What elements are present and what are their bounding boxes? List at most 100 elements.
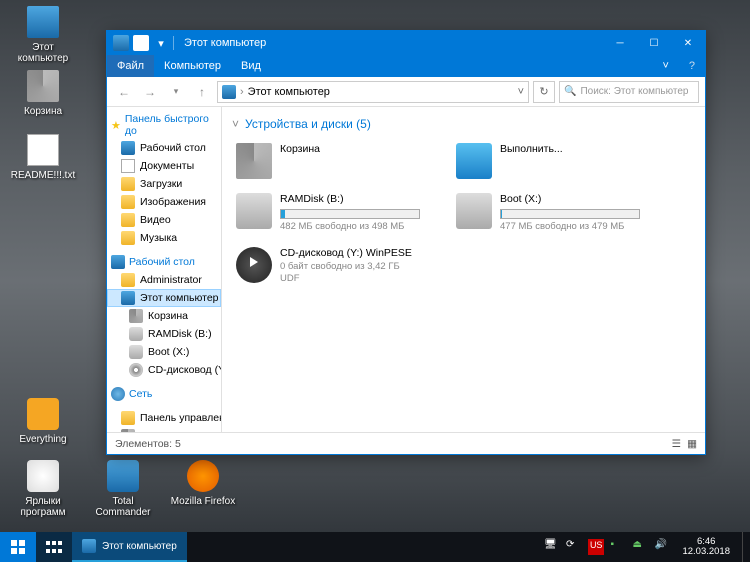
- taskbar-clock[interactable]: 6:46 12.03.2018: [676, 537, 736, 558]
- up-button[interactable]: ↑: [191, 81, 213, 103]
- minimize-button[interactable]: ─: [603, 31, 637, 55]
- item-icon: [129, 309, 143, 323]
- sidebar-item[interactable]: Корзина: [107, 307, 221, 325]
- close-button[interactable]: ✕: [671, 31, 705, 55]
- tray-safely-remove-icon[interactable]: ⏏: [632, 539, 648, 555]
- window-title: Этот компьютер: [180, 37, 603, 49]
- sidebar-item[interactable]: Панель управлени: [107, 409, 221, 427]
- icon: [27, 70, 59, 102]
- content-pane[interactable]: ˅ Устройства и диски (5) Корзина Выполнит…: [222, 107, 705, 432]
- maximize-button[interactable]: ☐: [637, 31, 671, 55]
- item-icon: [129, 345, 143, 359]
- tray-network-icon[interactable]: ▪: [610, 539, 626, 555]
- breadcrumb-dropdown-icon[interactable]: ˅: [518, 86, 524, 98]
- desktop-icon[interactable]: Ярлыки программ: [8, 460, 78, 518]
- recent-button[interactable]: ▾: [165, 81, 187, 103]
- sidebar-item[interactable]: RAMDisk (B:): [107, 325, 221, 343]
- sidebar-item[interactable]: Изображения: [107, 193, 221, 211]
- tile-icon: [456, 193, 492, 229]
- sidebar-item[interactable]: CD-дисковод (Y:): [107, 361, 221, 379]
- icon: [187, 460, 219, 492]
- sidebar-item[interactable]: Загрузки: [107, 175, 221, 193]
- ribbon-expand-button[interactable]: ˅: [652, 55, 678, 77]
- sidebar-item[interactable]: Этот компьютер: [107, 289, 221, 307]
- icon: [27, 134, 59, 166]
- desktop-icon[interactable]: Mozilla Firefox: [168, 460, 238, 507]
- icon-label: Ярлыки программ: [8, 496, 78, 518]
- tray-sync-icon[interactable]: ⟳: [566, 539, 582, 555]
- titlebar[interactable]: ▾ Этот компьютер ─ ☐ ✕: [107, 31, 705, 55]
- status-text: Элементов: 5: [115, 438, 181, 450]
- folder-icon: [121, 195, 135, 209]
- device-tile[interactable]: Корзина: [232, 139, 442, 183]
- desktop-icon[interactable]: Этот компьютер: [8, 6, 78, 64]
- desktop-icon[interactable]: Total Commander: [88, 460, 158, 518]
- taskview-button[interactable]: [36, 532, 72, 562]
- sidebar-desktop[interactable]: Рабочий стол: [107, 253, 221, 271]
- sidebar-item[interactable]: Документы: [107, 157, 221, 175]
- sidebar-item[interactable]: Boot (X:): [107, 343, 221, 361]
- device-tile[interactable]: Выполнить...: [452, 139, 662, 183]
- qat-properties-icon[interactable]: [133, 35, 149, 51]
- icon-label: Mozilla Firefox: [168, 496, 238, 507]
- desktop: Этот компьютерКорзинаREADME!!!.txtEveryt…: [0, 0, 750, 562]
- device-tile[interactable]: RAMDisk (B:)482 МБ свободно из 498 МБ: [232, 189, 442, 237]
- back-button[interactable]: ←: [113, 81, 135, 103]
- desktop-icon[interactable]: README!!!.txt: [8, 134, 78, 181]
- icon-label: Everything: [8, 434, 78, 445]
- help-button[interactable]: ?: [679, 55, 705, 77]
- tray-volume-icon[interactable]: 🔊: [654, 539, 670, 555]
- view-details-button[interactable]: ☰: [672, 438, 681, 450]
- icon: [27, 398, 59, 430]
- desktop-icon[interactable]: Корзина: [8, 70, 78, 117]
- group-header[interactable]: ˅ Устройства и диски (5): [232, 113, 695, 139]
- tray-screen-icon[interactable]: 🖥: [544, 539, 560, 555]
- desktop-icon[interactable]: Everything: [8, 398, 78, 445]
- icon-label: README!!!.txt: [8, 170, 78, 181]
- item-icon: [121, 273, 135, 287]
- sidebar-item[interactable]: Музыка: [107, 229, 221, 247]
- device-tile[interactable]: Boot (X:)477 МБ свободно из 479 МБ: [452, 189, 662, 237]
- icon-label: Корзина: [8, 106, 78, 117]
- icon-label: Total Commander: [88, 496, 158, 518]
- sidebar-item[interactable]: Видео: [107, 211, 221, 229]
- search-input[interactable]: 🔍 Поиск: Этот компьютер: [559, 81, 699, 103]
- breadcrumb-pc-icon: [222, 85, 236, 99]
- tile-info: CD-дисковод (Y:) WinPESE0 байт свободно …: [280, 247, 412, 285]
- taskbar-task-label: Этот компьютер: [102, 541, 177, 552]
- tray-lang-icon[interactable]: US: [588, 539, 605, 555]
- start-button[interactable]: [0, 532, 36, 562]
- forward-button[interactable]: →: [139, 81, 161, 103]
- icon: [107, 460, 139, 492]
- refresh-button[interactable]: ↻: [533, 81, 555, 103]
- item-icon: [121, 411, 135, 425]
- sidebar-item[interactable]: Administrator: [107, 271, 221, 289]
- icon: [27, 6, 59, 38]
- chevron-down-icon: ˅: [232, 117, 239, 131]
- tab-computer[interactable]: Компьютер: [154, 55, 231, 77]
- tab-view[interactable]: Вид: [231, 55, 271, 77]
- tile-icon: [236, 143, 272, 179]
- icon-label: Этот компьютер: [8, 42, 78, 64]
- address-bar: ← → ▾ ↑ › Этот компьютер ˅ ↻ 🔍 Поиск: Эт…: [107, 77, 705, 107]
- qat-dropdown-icon[interactable]: ▾: [153, 35, 169, 51]
- explorer-icon: [82, 539, 96, 553]
- sidebar-quick-access[interactable]: ★Панель быстрого до: [107, 111, 221, 139]
- breadcrumb[interactable]: › Этот компьютер ˅: [217, 81, 529, 103]
- item-icon: [129, 363, 143, 377]
- show-desktop-button[interactable]: [742, 532, 748, 562]
- taskbar-explorer[interactable]: Этот компьютер: [72, 532, 187, 562]
- search-placeholder: Поиск: Этот компьютер: [580, 86, 688, 97]
- tile-info: RAMDisk (B:)482 МБ свободно из 498 МБ: [280, 193, 420, 233]
- status-bar: Элементов: 5 ☰ ▦: [107, 432, 705, 454]
- tile-icon: [456, 143, 492, 179]
- sidebar-network[interactable]: Сеть: [107, 385, 221, 403]
- sidebar-item[interactable]: Рабочий стол: [107, 139, 221, 157]
- system-tray: 🖥 ⟳ US ▪ ⏏ 🔊 6:46 12.03.2018: [544, 532, 750, 562]
- device-tile[interactable]: CD-дисковод (Y:) WinPESE0 байт свободно …: [232, 243, 442, 289]
- star-icon: ★: [111, 119, 121, 132]
- view-tiles-button[interactable]: ▦: [687, 438, 697, 450]
- folder-icon: [121, 231, 135, 245]
- tile-info: Выполнить...: [500, 143, 563, 179]
- tab-file[interactable]: Файл: [107, 55, 154, 77]
